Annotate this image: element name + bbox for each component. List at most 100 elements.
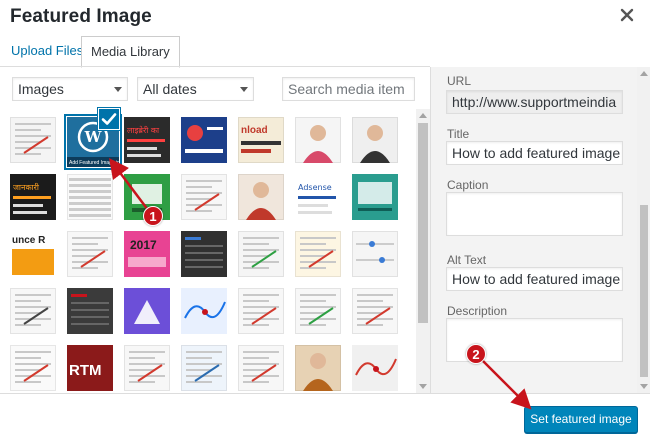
attachment-thumb[interactable] <box>295 288 341 334</box>
attachment-thumb[interactable] <box>67 174 113 220</box>
date-filter-value: All dates <box>143 81 197 97</box>
thumb-preview: 2017 <box>124 231 170 277</box>
svg-text:जानकारी: जानकारी <box>13 182 40 192</box>
date-filter[interactable]: All dates <box>137 77 254 101</box>
close-icon <box>620 8 634 22</box>
svg-text:Adsense: Adsense <box>298 183 332 192</box>
attachment-thumb[interactable] <box>295 117 341 163</box>
scroll-up-icon[interactable] <box>640 71 648 76</box>
set-featured-image-button[interactable]: Set featured image <box>524 406 638 433</box>
attachment-thumb[interactable] <box>238 231 284 277</box>
svg-text:लाइब्रेरी का: लाइब्रेरी का <box>127 125 160 135</box>
thumb-preview: unce R <box>10 231 56 277</box>
attachment-thumb[interactable] <box>181 174 227 220</box>
attachment-thumb[interactable]: 2017 <box>124 231 170 277</box>
thumb-preview: Adsense <box>295 174 341 220</box>
svg-text:RTM: RTM <box>69 362 102 379</box>
chevron-down-icon <box>240 87 248 92</box>
attachment-thumb[interactable] <box>352 117 398 163</box>
attachment-thumb[interactable]: nload <box>238 117 284 163</box>
title-field[interactable]: How to add featured image <box>446 141 623 165</box>
caption-label: Caption <box>447 178 489 192</box>
thumb-preview <box>243 351 279 383</box>
attachment-thumb[interactable] <box>352 288 398 334</box>
attachment-thumb[interactable] <box>181 117 227 163</box>
media-modal: Featured Image Upload Files Media Librar… <box>0 0 650 439</box>
media-toolbar: Images All dates Search media item <box>0 67 430 109</box>
sidebar-scrollbar-thumb[interactable] <box>640 205 648 377</box>
attachment-thumb[interactable] <box>10 345 56 391</box>
thumb-preview: RTM <box>67 345 113 391</box>
attachment-thumb[interactable] <box>124 288 170 334</box>
selected-check-icon[interactable] <box>98 108 120 130</box>
thumb-preview <box>357 294 393 326</box>
media-type-value: Images <box>18 81 64 97</box>
selected-thumb-caption: Add Featured Image in WordPress <box>69 160 119 166</box>
thumb-preview <box>181 288 227 334</box>
scroll-down-icon[interactable] <box>419 384 427 389</box>
thumb-preview <box>243 294 279 326</box>
attachment-thumb[interactable] <box>352 231 398 277</box>
attachment-thumb[interactable] <box>181 345 227 391</box>
thumb-preview <box>15 351 51 383</box>
description-label: Description <box>447 304 508 318</box>
thumb-preview <box>246 182 276 220</box>
thumb-preview <box>186 351 222 383</box>
thumb-preview <box>303 125 333 163</box>
attachment-thumb[interactable] <box>352 345 398 391</box>
media-tabs: Upload Files Media Library <box>0 36 430 68</box>
url-field[interactable]: http://www.supportmeindia <box>446 90 623 114</box>
thumb-preview <box>15 294 51 326</box>
thumb-preview <box>67 288 113 334</box>
attachment-details-sidebar: URL http://www.supportmeindia Title How … <box>430 67 650 393</box>
search-media-input[interactable]: Search media item <box>282 77 415 101</box>
attachment-thumb[interactable] <box>10 117 56 163</box>
attachment-thumb[interactable] <box>295 345 341 391</box>
attachment-thumb[interactable] <box>295 231 341 277</box>
scroll-down-icon[interactable] <box>640 384 648 389</box>
thumb-preview <box>15 123 51 155</box>
thumb-preview: जानकारी <box>10 174 56 220</box>
thumb-preview <box>300 237 336 269</box>
attachment-thumb[interactable] <box>238 174 284 220</box>
attachment-thumb[interactable] <box>124 345 170 391</box>
alt-text-label: Alt Text <box>447 253 487 267</box>
attachment-thumb[interactable] <box>10 288 56 334</box>
thumb-preview <box>360 125 390 163</box>
thumb-preview <box>181 231 227 277</box>
attachment-thumb[interactable] <box>67 231 113 277</box>
media-type-filter[interactable]: Images <box>12 77 128 101</box>
attachment-thumb[interactable] <box>352 174 398 220</box>
attachment-thumb[interactable] <box>181 288 227 334</box>
caption-field[interactable] <box>446 192 623 236</box>
thumb-preview <box>300 294 336 326</box>
close-button[interactable] <box>620 8 636 24</box>
thumb-preview <box>181 117 227 163</box>
attachment-thumb[interactable] <box>238 288 284 334</box>
scroll-up-icon[interactable] <box>419 113 427 118</box>
alt-text-field[interactable]: How to add featured image <box>446 267 623 291</box>
grid-scrollbar-thumb[interactable] <box>418 123 428 323</box>
thumb-preview: nload <box>241 125 281 153</box>
annotation-badge-2: 2 <box>466 344 486 364</box>
attachment-thumb[interactable]: Adsense <box>295 174 341 220</box>
thumb-preview <box>356 241 394 263</box>
attachment-thumb[interactable] <box>238 345 284 391</box>
tab-media-library[interactable]: Media Library <box>81 36 180 68</box>
thumb-preview <box>352 345 398 391</box>
attachment-thumb[interactable]: जानकारी <box>10 174 56 220</box>
attachment-thumb[interactable] <box>67 288 113 334</box>
grid-scrollbar[interactable] <box>416 109 430 393</box>
attachment-thumb[interactable]: लाइब्रेरी का <box>124 117 170 163</box>
annotation-badge-1: 1 <box>143 206 163 226</box>
dialog-title: Featured Image <box>10 6 152 27</box>
attachments-grid: WAdd Featured Image in WordPressलाइब्रेर… <box>0 109 416 393</box>
svg-text:nload: nload <box>241 125 268 136</box>
thumb-preview <box>129 351 165 383</box>
attachment-thumb[interactable]: unce R <box>10 231 56 277</box>
attachment-thumb[interactable] <box>181 231 227 277</box>
tab-upload-files[interactable]: Upload Files <box>2 36 92 67</box>
thumb-preview: लाइब्रेरी का <box>124 117 170 163</box>
sidebar-scrollbar[interactable] <box>637 67 650 393</box>
attachment-thumb[interactable]: RTM <box>67 345 113 391</box>
